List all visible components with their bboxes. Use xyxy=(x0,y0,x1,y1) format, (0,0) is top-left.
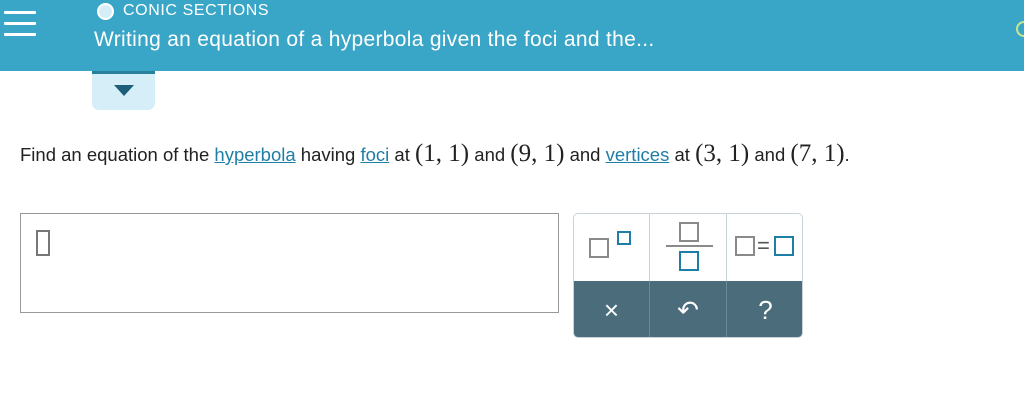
right-box-icon xyxy=(774,236,794,256)
question-segment: at xyxy=(389,144,415,165)
input-placeholder-box xyxy=(36,230,50,256)
menu-line xyxy=(4,11,36,14)
question-segment: and xyxy=(469,144,511,165)
equals-button[interactable]: = xyxy=(726,214,802,281)
left-box-icon xyxy=(735,236,755,256)
expand-toggle-button[interactable] xyxy=(92,71,155,110)
palette-actions: × ↶ ? xyxy=(574,281,802,337)
header-bar: CONIC SECTIONS Writing an equation of a … xyxy=(0,0,1024,71)
numerator-box-icon xyxy=(679,222,699,242)
vertex-1-point: (3, 1) xyxy=(695,140,750,167)
base-box-icon xyxy=(589,238,609,258)
superscript-button[interactable] xyxy=(574,214,649,281)
fraction-button[interactable] xyxy=(649,214,726,281)
vertices-link[interactable]: vertices xyxy=(606,144,670,165)
topic-title[interactable]: Writing an equation of a hyperbola given… xyxy=(94,27,654,53)
question-segment: . xyxy=(844,144,850,165)
clear-button[interactable]: × xyxy=(574,281,649,337)
menu-line xyxy=(4,33,36,36)
vertex-2-point: (7, 1) xyxy=(790,140,845,167)
focus-1-point: (1, 1) xyxy=(414,140,470,167)
fraction-bar-icon xyxy=(666,245,713,247)
question-text: Find an equation of the hyperbola having… xyxy=(20,139,850,170)
question-segment: Find an equation of the xyxy=(20,144,215,165)
question-segment: at xyxy=(669,144,696,165)
help-button[interactable]: ? xyxy=(726,281,802,337)
menu-icon[interactable] xyxy=(0,0,40,71)
chevron-down-icon xyxy=(114,85,134,96)
close-icon: × xyxy=(603,295,620,325)
answer-input[interactable] xyxy=(20,213,559,313)
hyperbola-link[interactable]: hyperbola xyxy=(214,144,295,165)
foci-link[interactable]: foci xyxy=(360,144,389,165)
question-segment: and xyxy=(564,144,606,165)
exponent-box-icon xyxy=(617,231,631,245)
focus-2-point: (9, 1) xyxy=(510,140,565,167)
help-icon: ? xyxy=(758,295,773,325)
section-label: CONIC SECTIONS xyxy=(123,2,270,19)
denominator-box-icon xyxy=(679,251,699,271)
undo-icon: ↶ xyxy=(677,295,699,325)
question-segment: and xyxy=(749,144,791,165)
undo-button[interactable]: ↶ xyxy=(649,281,726,337)
section-heading: CONIC SECTIONS xyxy=(97,2,269,20)
equals-icon: = xyxy=(757,233,770,258)
math-palette: = × ↶ ? xyxy=(573,213,803,338)
menu-line xyxy=(4,22,36,25)
section-status-icon xyxy=(97,2,114,20)
progress-ring-icon xyxy=(1016,21,1024,37)
question-segment: having xyxy=(295,144,361,165)
